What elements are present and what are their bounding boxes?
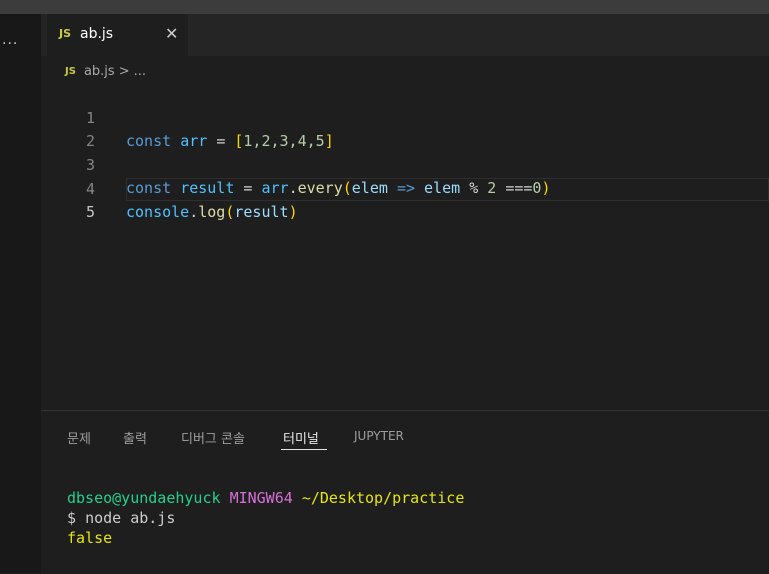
activity-bar: ··· <box>0 14 41 573</box>
breadcrumb-file[interactable]: ab.js <box>84 64 115 79</box>
code-line[interactable]: 1 const arr = [1,2,3,4,5] <box>41 84 769 150</box>
menu-bar <box>0 0 769 14</box>
current-line-highlight: console.log(result) <box>126 178 769 221</box>
terminal-user-host: dbseo@yundaehyuck <box>67 489 221 507</box>
terminal-output: false <box>67 529 113 547</box>
breadcrumb: JS ab.js > ... <box>65 61 146 81</box>
terminal-command: node ab.js <box>85 509 176 527</box>
close-icon[interactable]: ✕ <box>165 24 178 43</box>
chevron-right-icon: > <box>118 63 130 79</box>
tab-terminal[interactable]: 터미널 <box>283 428 319 447</box>
terminal-path: ~/Desktop/practice <box>301 489 465 507</box>
breadcrumb-rest[interactable]: ... <box>134 64 146 79</box>
tab-debug-console[interactable]: 디버그 콘솔 <box>181 428 245 447</box>
code-editor[interactable]: 1 const arr = [1,2,3,4,5] 2 3 const resu… <box>41 84 769 409</box>
editor-tab-bar: JS ab.js ✕ <box>41 14 769 56</box>
code-line[interactable]: 2 <box>41 107 769 150</box>
tab-output[interactable]: 출력 <box>123 428 147 447</box>
more-actions-icon[interactable]: ··· <box>2 36 18 52</box>
code-line[interactable]: 4 <box>41 155 769 198</box>
terminal-prompt-line: dbseo@yundaehyuck MINGW64 ~/Desktop/prac… <box>67 488 464 508</box>
javascript-file-icon: JS <box>65 65 76 77</box>
terminal-prompt: $ <box>67 509 77 527</box>
tab-label: ab.js <box>80 26 114 42</box>
tab-ab-js[interactable]: JS ab.js ✕ <box>47 14 188 56</box>
code-line[interactable]: 3 const result = arr.every(elem => elem … <box>41 131 769 197</box>
bottom-panel: 문제 출력 디버그 콘솔 터미널 JUPYTER dbseo@yundaehyu… <box>41 410 769 574</box>
line-number: 5 <box>85 203 95 221</box>
active-tab-indicator <box>281 449 327 450</box>
terminal-system: MINGW64 <box>229 489 293 507</box>
code-content: console.log(result) <box>126 203 298 221</box>
tab-problems[interactable]: 문제 <box>67 428 91 447</box>
terminal-command-line[interactable]: $ node ab.js <box>67 508 175 528</box>
javascript-file-icon: JS <box>59 27 72 40</box>
tab-jupyter[interactable]: JUPYTER <box>354 429 404 443</box>
